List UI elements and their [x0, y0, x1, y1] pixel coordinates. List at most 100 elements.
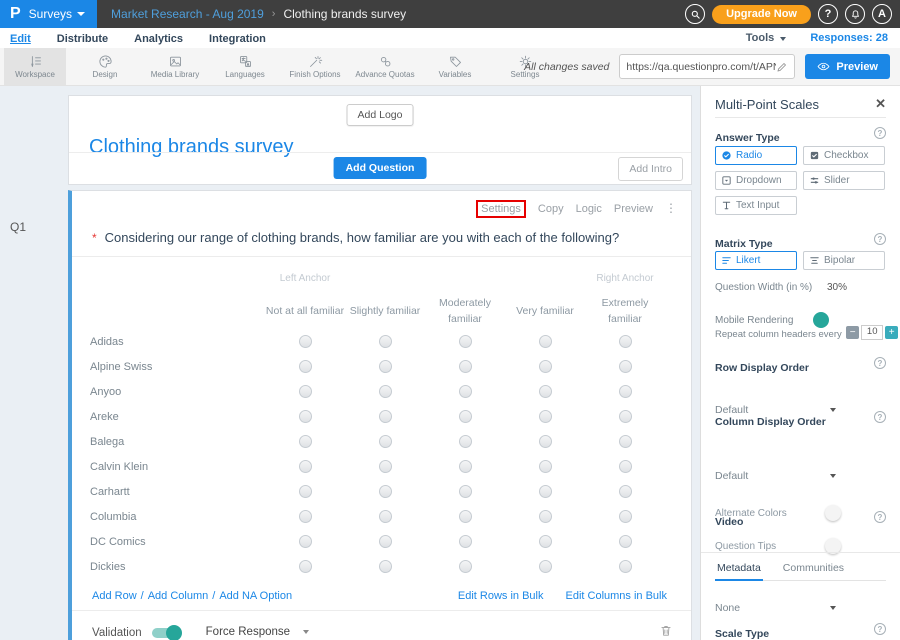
- radio-button[interactable]: [379, 335, 392, 348]
- add-row-link[interactable]: Add Row: [92, 590, 137, 602]
- help-icon[interactable]: ?: [874, 511, 886, 523]
- toolbar-item-languages[interactable]: Languages: [214, 48, 276, 85]
- radio-button[interactable]: [619, 410, 632, 423]
- radio-button[interactable]: [379, 460, 392, 473]
- question-action-settings[interactable]: Settings: [476, 200, 526, 218]
- question-action-copy[interactable]: Copy: [538, 203, 564, 215]
- radio-button[interactable]: [299, 385, 312, 398]
- nav-item-edit[interactable]: Edit: [10, 33, 31, 45]
- radio-button[interactable]: [299, 435, 312, 448]
- left-anchor-label[interactable]: Left Anchor: [265, 273, 345, 284]
- matrix-row-label[interactable]: Dickies: [90, 561, 265, 573]
- matrix-row-label[interactable]: Calvin Klein: [90, 461, 265, 473]
- delete-question-button[interactable]: [659, 623, 673, 640]
- add-question-button[interactable]: Add Question: [334, 157, 427, 179]
- question-action-logic[interactable]: Logic: [576, 203, 602, 215]
- radio-button[interactable]: [539, 535, 552, 548]
- matrix-type-bipolar[interactable]: Bipolar: [803, 251, 885, 270]
- tab-metadata[interactable]: Metadata: [715, 562, 763, 574]
- matrix-column-header[interactable]: Very familiar: [505, 295, 585, 329]
- radio-button[interactable]: [379, 435, 392, 448]
- radio-button[interactable]: [619, 510, 632, 523]
- toolbar-item-design[interactable]: Design: [74, 48, 136, 85]
- matrix-row-label[interactable]: Carhartt: [90, 486, 265, 498]
- radio-button[interactable]: [379, 485, 392, 498]
- nav-item-integration[interactable]: Integration: [209, 33, 266, 45]
- responses-count-link[interactable]: Responses: 28: [810, 32, 888, 44]
- tab-communities[interactable]: Communities: [781, 562, 846, 574]
- matrix-row-label[interactable]: Columbia: [90, 511, 265, 523]
- radio-button[interactable]: [459, 385, 472, 398]
- toolbar-item-media-library[interactable]: Media Library: [144, 48, 206, 85]
- answer-type-radio[interactable]: Radio: [715, 146, 797, 165]
- edit-columns-bulk-link[interactable]: Edit Columns in Bulk: [566, 590, 668, 602]
- matrix-row-label[interactable]: Areke: [90, 411, 265, 423]
- radio-button[interactable]: [619, 560, 632, 573]
- question-action-preview[interactable]: Preview: [614, 203, 653, 215]
- radio-button[interactable]: [379, 385, 392, 398]
- breadcrumb-folder-link[interactable]: Market Research - Aug 2019: [111, 7, 264, 21]
- radio-button[interactable]: [379, 535, 392, 548]
- add-column-link[interactable]: Add Column: [148, 590, 209, 602]
- help-icon[interactable]: ?: [874, 411, 886, 423]
- radio-button[interactable]: [539, 360, 552, 373]
- stepper-value[interactable]: 10: [861, 325, 883, 340]
- radio-button[interactable]: [459, 335, 472, 348]
- preview-button[interactable]: Preview: [805, 54, 890, 79]
- radio-button[interactable]: [539, 385, 552, 398]
- nav-item-analytics[interactable]: Analytics: [134, 33, 183, 45]
- radio-button[interactable]: [539, 485, 552, 498]
- force-response-select[interactable]: Force Response: [202, 624, 313, 640]
- survey-url-field[interactable]: [619, 54, 795, 79]
- matrix-column-header[interactable]: Moderately familiar: [425, 295, 505, 329]
- matrix-column-header[interactable]: Slightly familiar: [345, 295, 425, 329]
- add-logo-button[interactable]: Add Logo: [347, 104, 414, 126]
- app-logo-block[interactable]: P Surveys: [0, 0, 97, 28]
- help-icon[interactable]: ?: [874, 127, 886, 139]
- radio-button[interactable]: [619, 435, 632, 448]
- survey-url-input[interactable]: [626, 61, 776, 73]
- radio-button[interactable]: [299, 410, 312, 423]
- radio-button[interactable]: [299, 360, 312, 373]
- nav-item-distribute[interactable]: Distribute: [57, 33, 108, 45]
- radio-button[interactable]: [619, 485, 632, 498]
- radio-button[interactable]: [299, 460, 312, 473]
- answer-type-slider[interactable]: Slider: [803, 171, 885, 190]
- account-avatar[interactable]: A: [872, 4, 892, 24]
- radio-button[interactable]: [379, 360, 392, 373]
- validation-toggle[interactable]: [152, 628, 180, 638]
- question-text[interactable]: Considering our range of clothing brands…: [105, 230, 620, 245]
- toolbar-item-workspace[interactable]: Workspace: [4, 48, 66, 85]
- radio-button[interactable]: [299, 510, 312, 523]
- radio-button[interactable]: [299, 560, 312, 573]
- radio-button[interactable]: [539, 560, 552, 573]
- radio-button[interactable]: [619, 335, 632, 348]
- radio-button[interactable]: [299, 335, 312, 348]
- radio-button[interactable]: [539, 460, 552, 473]
- add-intro-button[interactable]: Add Intro: [618, 157, 683, 181]
- matrix-row-label[interactable]: Adidas: [90, 336, 265, 348]
- edit-rows-bulk-link[interactable]: Edit Rows in Bulk: [458, 590, 544, 602]
- radio-button[interactable]: [299, 485, 312, 498]
- matrix-column-header[interactable]: Not at all familiar: [265, 295, 345, 329]
- radio-button[interactable]: [459, 435, 472, 448]
- right-anchor-label[interactable]: Right Anchor: [585, 273, 665, 284]
- answer-type-checkbox[interactable]: Checkbox: [803, 146, 885, 165]
- radio-button[interactable]: [459, 560, 472, 573]
- radio-button[interactable]: [379, 510, 392, 523]
- help-icon[interactable]: ?: [874, 233, 886, 245]
- answer-type-dropdown[interactable]: Dropdown: [715, 171, 797, 190]
- column-display-order-select[interactable]: Default: [715, 470, 900, 482]
- matrix-row-label[interactable]: DC Comics: [90, 536, 265, 548]
- radio-button[interactable]: [539, 410, 552, 423]
- matrix-row-label[interactable]: Alpine Swiss: [90, 361, 265, 373]
- stepper-minus-button[interactable]: −: [846, 326, 859, 339]
- matrix-column-header[interactable]: Extremely familiar: [585, 295, 665, 329]
- radio-button[interactable]: [459, 485, 472, 498]
- stepper-plus-button[interactable]: +: [885, 326, 898, 339]
- product-switcher[interactable]: Surveys: [29, 7, 85, 21]
- radio-button[interactable]: [619, 360, 632, 373]
- radio-button[interactable]: [379, 560, 392, 573]
- matrix-type-likert[interactable]: Likert: [715, 251, 797, 270]
- toolbar-item-finish-options[interactable]: Finish Options: [284, 48, 346, 85]
